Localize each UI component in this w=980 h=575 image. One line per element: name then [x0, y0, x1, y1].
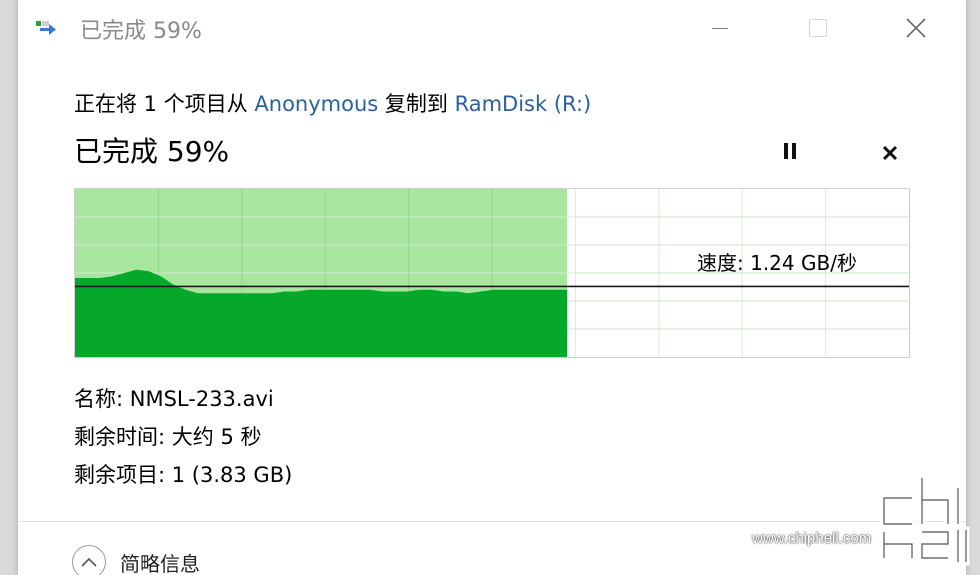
- copy-operation-description: 正在将 1 个项目从 Anonymous 复制到 RamDisk (R:): [74, 88, 591, 118]
- watermark-url: www.chiphell.com: [752, 530, 872, 547]
- maximize-icon: [809, 19, 827, 37]
- source-link[interactable]: Anonymous: [254, 92, 378, 116]
- chiphell-logo: [880, 474, 970, 566]
- title-bar: 已完成 59%: [18, 0, 966, 58]
- less-details-toggle[interactable]: 简略信息: [72, 545, 200, 575]
- detail-name-value: NMSL-233.avi: [129, 387, 274, 411]
- pause-icon: [782, 143, 798, 163]
- detail-time-label: 剩余时间:: [74, 425, 166, 449]
- detail-time-value: 大约 5 秒: [171, 425, 262, 449]
- operation-prefix: 正在将 1 个项目从: [74, 92, 255, 116]
- transfer-details: 名称: NMSL-233.avi 剩余时间: 大约 5 秒 剩余项目: 1 (3…: [74, 380, 292, 494]
- detail-items-label: 剩余项目:: [74, 463, 166, 487]
- detail-name-label: 名称:: [74, 387, 124, 411]
- detail-items-row: 剩余项目: 1 (3.83 GB): [74, 456, 292, 494]
- less-details-label: 简略信息: [120, 551, 200, 575]
- cancel-icon: [882, 145, 898, 161]
- progress-percent-label: 已完成 59%: [74, 135, 230, 168]
- operation-middle: 复制到: [378, 92, 455, 116]
- detail-items-value: 1 (3.83 GB): [171, 463, 293, 487]
- speed-label: 速度: 1.24 GB/秒: [697, 251, 857, 275]
- chiphell-watermark: www.chiphell.com: [752, 458, 972, 568]
- close-icon: [906, 18, 926, 38]
- minimize-icon: [712, 27, 728, 29]
- close-button[interactable]: [896, 10, 936, 46]
- chevron-up-icon: [72, 545, 106, 575]
- destination-link[interactable]: RamDisk (R:): [455, 92, 592, 116]
- window-title: 已完成 59%: [80, 19, 202, 44]
- minimize-button[interactable]: [700, 10, 740, 46]
- maximize-button[interactable]: [798, 10, 838, 46]
- copy-progress-icon: [36, 18, 58, 40]
- cancel-button[interactable]: [870, 136, 910, 170]
- detail-time-row: 剩余时间: 大约 5 秒: [74, 418, 292, 456]
- detail-name-row: 名称: NMSL-233.avi: [74, 380, 292, 418]
- pause-button[interactable]: [770, 136, 810, 170]
- transfer-speed-graph: 速度: 1.24 GB/秒: [74, 188, 910, 358]
